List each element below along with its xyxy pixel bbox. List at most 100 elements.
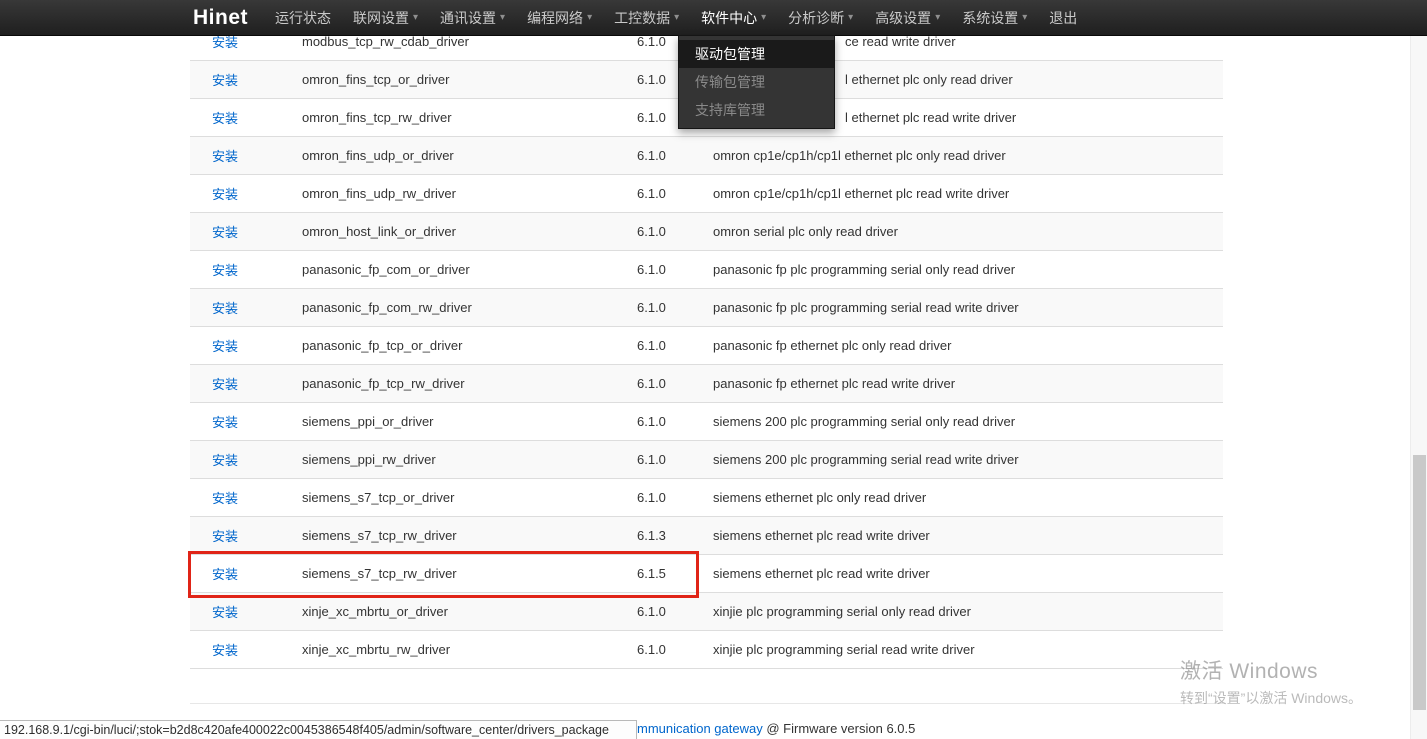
table-row: 安装 siemens_s7_tcp_or_driver 6.1.0 siemen… <box>190 479 1223 517</box>
table-row: 安装 xinje_xc_mbrtu_or_driver 6.1.0 xinjie… <box>190 593 1223 631</box>
driver-name-cell: omron_host_link_or_driver <box>302 224 637 239</box>
install-link[interactable]: 安装 <box>212 301 238 316</box>
chevron-down-icon: ▾ <box>500 12 505 23</box>
install-link[interactable]: 安装 <box>212 187 238 202</box>
driver-description-cell: omron cp1e/cp1h/cp1l ethernet plc only r… <box>713 148 1223 163</box>
install-link[interactable]: 安装 <box>212 643 238 658</box>
nav-menu-item[interactable]: 高级设置 ▾ <box>864 0 951 36</box>
driver-version-cell: 6.1.0 <box>637 452 713 467</box>
dropdown-menu-item[interactable]: 支持库管理 <box>679 96 834 124</box>
install-link[interactable]: 安装 <box>212 111 238 126</box>
driver-version-cell: 6.1.0 <box>637 338 713 353</box>
install-link[interactable]: 安装 <box>212 491 238 506</box>
driver-name-cell: panasonic_fp_tcp_or_driver <box>302 338 637 353</box>
nav-menu: 运行状态 联网设置 ▾ 通讯设置 ▾ 编程网络 ▾ <box>264 0 1088 36</box>
driver-version-cell: 6.1.0 <box>637 414 713 429</box>
install-cell: 安装 <box>190 412 302 431</box>
install-cell: 安装 <box>190 108 302 127</box>
install-link[interactable]: 安装 <box>212 567 238 582</box>
footer: mmunication gateway @ Firmware version 6… <box>637 721 915 736</box>
nav-menu-item[interactable]: 工控数据 ▾ <box>603 0 690 36</box>
driver-name-cell: panasonic_fp_tcp_rw_driver <box>302 376 637 391</box>
install-cell: 安装 <box>190 222 302 241</box>
driver-description-cell: panasonic fp plc programming serial only… <box>713 262 1223 277</box>
install-link[interactable]: 安装 <box>212 415 238 430</box>
driver-name-cell: siemens_ppi_rw_driver <box>302 452 637 467</box>
watermark-subtitle: 转到“设置”以激活 Windows。 <box>1180 688 1362 708</box>
install-cell: 安装 <box>190 260 302 279</box>
chevron-down-icon: ▾ <box>935 12 940 23</box>
nav-menu-item[interactable]: 联网设置 ▾ <box>342 0 429 36</box>
install-link[interactable]: 安装 <box>212 35 238 50</box>
driver-description-cell: omron cp1e/cp1h/cp1l ethernet plc read w… <box>713 186 1223 201</box>
driver-version-cell: 6.1.0 <box>637 604 713 619</box>
install-cell: 安装 <box>190 526 302 545</box>
chevron-down-icon: ▾ <box>761 12 766 23</box>
install-link[interactable]: 安装 <box>212 149 238 164</box>
dropdown-menu-item[interactable]: 驱动包管理 <box>679 40 834 68</box>
driver-version-cell: 6.1.0 <box>637 376 713 391</box>
vertical-scrollbar[interactable] <box>1410 36 1427 739</box>
nav-menu-item[interactable]: 编程网络 ▾ <box>516 0 603 36</box>
nav-menu-item[interactable]: 通讯设置 ▾ <box>429 0 516 36</box>
install-link[interactable]: 安装 <box>212 339 238 354</box>
driver-description-cell: panasonic fp ethernet plc only read driv… <box>713 338 1223 353</box>
table-row: 安装 omron_host_link_or_driver 6.1.0 omron… <box>190 213 1223 251</box>
nav-menu-item-label: 联网设置 <box>353 8 409 28</box>
install-link[interactable]: 安装 <box>212 605 238 620</box>
driver-version-cell: 6.1.3 <box>637 528 713 543</box>
install-cell: 安装 <box>190 146 302 165</box>
driver-name-cell: modbus_tcp_rw_cdab_driver <box>302 34 637 49</box>
driver-version-cell: 6.1.0 <box>637 186 713 201</box>
nav-menu-item[interactable]: 运行状态 <box>264 0 342 36</box>
install-link[interactable]: 安装 <box>212 263 238 278</box>
table-row: 安装 panasonic_fp_com_rw_driver 6.1.0 pana… <box>190 289 1223 327</box>
driver-name-cell: panasonic_fp_com_rw_driver <box>302 300 637 315</box>
nav-menu-item-label: 软件中心 <box>701 8 757 28</box>
driver-description-cell: omron serial plc only read driver <box>713 224 1223 239</box>
driver-name-cell: omron_fins_tcp_or_driver <box>302 72 637 87</box>
driver-version-cell: 6.1.0 <box>637 224 713 239</box>
driver-description-cell: siemens ethernet plc read write driver <box>713 566 1223 581</box>
table-row: 安装 omron_fins_udp_or_driver 6.1.0 omron … <box>190 137 1223 175</box>
install-link[interactable]: 安装 <box>212 453 238 468</box>
install-link[interactable]: 安装 <box>212 73 238 88</box>
brand-logo[interactable]: Hinet <box>193 6 248 30</box>
install-link[interactable]: 安装 <box>212 225 238 240</box>
driver-description-cell: panasonic fp ethernet plc read write dri… <box>713 376 1223 391</box>
driver-version-cell: 6.1.0 <box>637 300 713 315</box>
install-link[interactable]: 安装 <box>212 529 238 544</box>
driver-name-cell: xinje_xc_mbrtu_or_driver <box>302 604 637 619</box>
nav-menu-item[interactable]: 分析诊断 ▾ <box>777 0 864 36</box>
nav-menu-item-label: 通讯设置 <box>440 8 496 28</box>
browser-status-url: 192.168.9.1/cgi-bin/luci/;stok=b2d8c420a… <box>0 720 637 739</box>
nav-menu-item[interactable]: 软件中心 ▾ <box>690 0 777 36</box>
install-cell: 安装 <box>190 488 302 507</box>
scrollbar-thumb[interactable] <box>1413 455 1426 710</box>
dropdown-menu-item[interactable]: 传输包管理 <box>679 68 834 96</box>
chevron-down-icon: ▾ <box>413 12 418 23</box>
install-cell: 安装 <box>190 374 302 393</box>
driver-name-cell: omron_fins_tcp_rw_driver <box>302 110 637 125</box>
table-row: 安装 panasonic_fp_com_or_driver 6.1.0 pana… <box>190 251 1223 289</box>
driver-version-cell: 6.1.0 <box>637 148 713 163</box>
nav-menu-item-label: 工控数据 <box>614 8 670 28</box>
install-cell: 安装 <box>190 564 302 583</box>
driver-version-cell: 6.1.0 <box>637 490 713 505</box>
table-row: 安装 panasonic_fp_tcp_or_driver 6.1.0 pana… <box>190 327 1223 365</box>
install-cell: 安装 <box>190 450 302 469</box>
top-navbar: Hinet 运行状态 联网设置 ▾ 通讯设置 ▾ 编程网 <box>0 0 1427 36</box>
nav-menu-item[interactable]: 系统设置 ▾ <box>951 0 1038 36</box>
footer-gateway-link[interactable]: mmunication gateway <box>637 721 763 736</box>
install-cell: 安装 <box>190 184 302 203</box>
chevron-down-icon: ▾ <box>1022 12 1027 23</box>
install-cell: 安装 <box>190 602 302 621</box>
table-row: 安装 siemens_ppi_rw_driver 6.1.0 siemens 2… <box>190 441 1223 479</box>
install-cell: 安装 <box>190 70 302 89</box>
nav-menu-item[interactable]: 退出 <box>1038 0 1088 36</box>
software-center-dropdown: 驱动包管理 传输包管理 支持库管理 <box>678 35 835 129</box>
table-row: 安装 siemens_s7_tcp_rw_driver 6.1.5 siemen… <box>190 555 1223 593</box>
driver-description-cell: siemens ethernet plc read write driver <box>713 528 1223 543</box>
table-row: 安装 omron_fins_udp_rw_driver 6.1.0 omron … <box>190 175 1223 213</box>
install-link[interactable]: 安装 <box>212 377 238 392</box>
